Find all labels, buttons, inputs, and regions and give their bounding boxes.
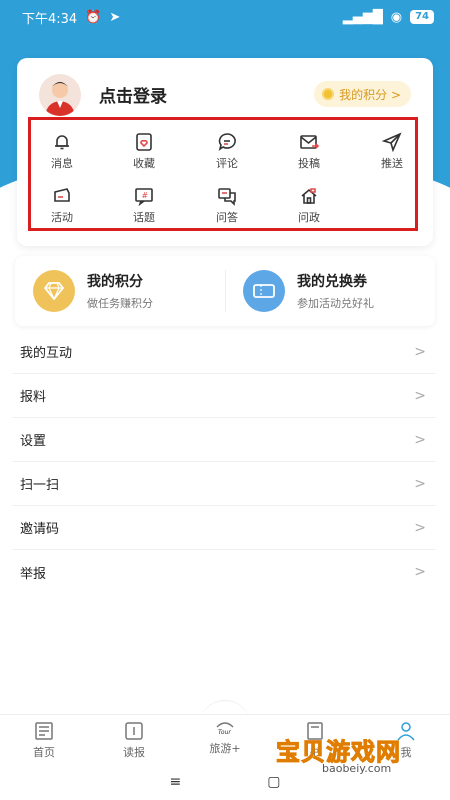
chevron-right-icon: > <box>414 475 426 492</box>
government-icon <box>301 188 317 204</box>
qa-icon <box>218 188 236 206</box>
favorite-icon <box>136 133 152 151</box>
grid-item-qa[interactable]: 问答 <box>196 186 258 225</box>
my-points-subtitle: 做任务赚积分 <box>87 297 153 310</box>
grid-item-label: 活动 <box>51 211 73 224</box>
coupon-icon <box>243 270 285 312</box>
reader-icon <box>125 722 143 740</box>
comment-icon <box>218 133 236 151</box>
newspaper-icon <box>35 722 53 740</box>
quick-actions-highlight: 消息 收藏 评论 投稿 推送 活动 # 话题 问答 问政 <box>28 117 418 231</box>
chevron-right-icon: > <box>414 431 426 448</box>
grid-item-label: 投稿 <box>298 157 320 170</box>
tab-travel[interactable]: Tour 旅游+ <box>195 717 255 756</box>
tab-home[interactable]: 首页 <box>14 721 74 760</box>
my-points-button[interactable]: 我的积分 > <box>314 81 411 107</box>
grid-item-label: 评论 <box>216 157 238 170</box>
rewards-panel: 我的积分 做任务赚积分 我的兑换券 参加活动兑好礼 <box>15 256 435 326</box>
menu-item-label: 我的互动 <box>20 346 73 361</box>
grid-item-label: 话题 <box>133 211 155 224</box>
tab-label: 旅游+ <box>209 742 241 755</box>
menu-item-label: 设置 <box>20 434 47 449</box>
home-icon[interactable]: ▢ <box>267 774 280 790</box>
settings-menu: 我的互动 > 报料 > 设置 > 扫一扫 > 邀请码 > 举报 > <box>12 330 436 594</box>
grid-item-topics[interactable]: # 话题 <box>113 186 175 225</box>
grid-item-label: 问政 <box>298 211 320 224</box>
svg-text:#: # <box>142 191 149 200</box>
my-points-card[interactable]: 我的积分 做任务赚积分 <box>33 268 233 314</box>
menu-item-settings[interactable]: 设置 > <box>12 418 436 462</box>
battery-indicator: 74 <box>410 10 434 24</box>
topic-icon: # <box>135 188 153 206</box>
my-points-title: 我的积分 <box>87 274 143 290</box>
chevron-right-icon: > <box>414 519 426 536</box>
menu-item-label: 扫一扫 <box>20 478 60 493</box>
chevron-right-icon: > <box>414 343 426 360</box>
tab-read-paper[interactable]: 读报 <box>104 721 164 760</box>
location-icon: ➤ <box>109 9 121 25</box>
divider <box>225 270 226 312</box>
wifi-icon: ◉ <box>390 9 403 25</box>
chevron-right-icon: > <box>414 387 426 404</box>
grid-item-comments[interactable]: 评论 <box>196 132 258 171</box>
submit-mail-icon <box>300 135 319 149</box>
send-icon <box>382 132 402 152</box>
status-time: 下午4:34 <box>22 11 78 27</box>
chevron-right-icon: > <box>414 564 426 580</box>
menu-item-report[interactable]: 举报 > <box>12 550 436 594</box>
my-coupons-title: 我的兑换券 <box>297 274 367 290</box>
menu-item-scan[interactable]: 扫一扫 > <box>12 462 436 506</box>
menu-item-news-tip[interactable]: 报料 > <box>12 374 436 418</box>
grid-item-favorites[interactable]: 收藏 <box>113 132 175 171</box>
tab-label: 读报 <box>123 746 145 759</box>
menu-icon[interactable]: ≡ <box>170 774 182 790</box>
coin-icon <box>322 88 335 100</box>
diamond-icon <box>33 270 75 312</box>
menu-item-label: 报料 <box>20 390 47 405</box>
status-bar: 下午4:34 ⏰ ➤ ▂▄▆█ ◉ 74 <box>0 0 450 34</box>
grid-item-politics[interactable]: 问政 <box>278 186 340 225</box>
system-nav-bar: ≡ ▢ <box>0 764 450 800</box>
grid-item-label: 收藏 <box>133 157 155 170</box>
menu-item-my-interactions[interactable]: 我的互动 > <box>12 330 436 374</box>
my-points-label: 我的积分 > <box>339 87 401 102</box>
grid-item-activities[interactable]: 活动 <box>31 186 93 225</box>
grid-item-messages[interactable]: 消息 <box>31 132 93 171</box>
svg-text:Tour: Tour <box>218 729 231 736</box>
grid-item-label: 推送 <box>381 157 403 170</box>
grid-item-label: 消息 <box>51 157 73 170</box>
grid-item-label: 问答 <box>216 211 238 224</box>
tab-label: 首页 <box>33 746 55 759</box>
my-coupons-card[interactable]: 我的兑换券 参加活动兑好礼 <box>243 268 443 314</box>
ticket-icon <box>54 188 70 202</box>
travel-logo-icon: Tour <box>216 722 234 736</box>
my-coupons-subtitle: 参加活动兑好礼 <box>297 297 374 310</box>
signal-icon: ▂▄▆█ <box>342 9 383 25</box>
avatar[interactable] <box>39 74 81 116</box>
grid-item-submit[interactable]: 投稿 <box>278 132 340 171</box>
menu-item-label: 举报 <box>20 566 47 582</box>
login-link[interactable]: 点击登录 <box>99 82 167 107</box>
menu-item-label: 邀请码 <box>20 522 60 537</box>
bell-icon <box>55 135 69 150</box>
menu-item-invite-code[interactable]: 邀请码 > <box>12 506 436 550</box>
grid-item-push[interactable]: 推送 <box>361 132 423 171</box>
alarm-icon: ⏰ <box>85 9 102 25</box>
